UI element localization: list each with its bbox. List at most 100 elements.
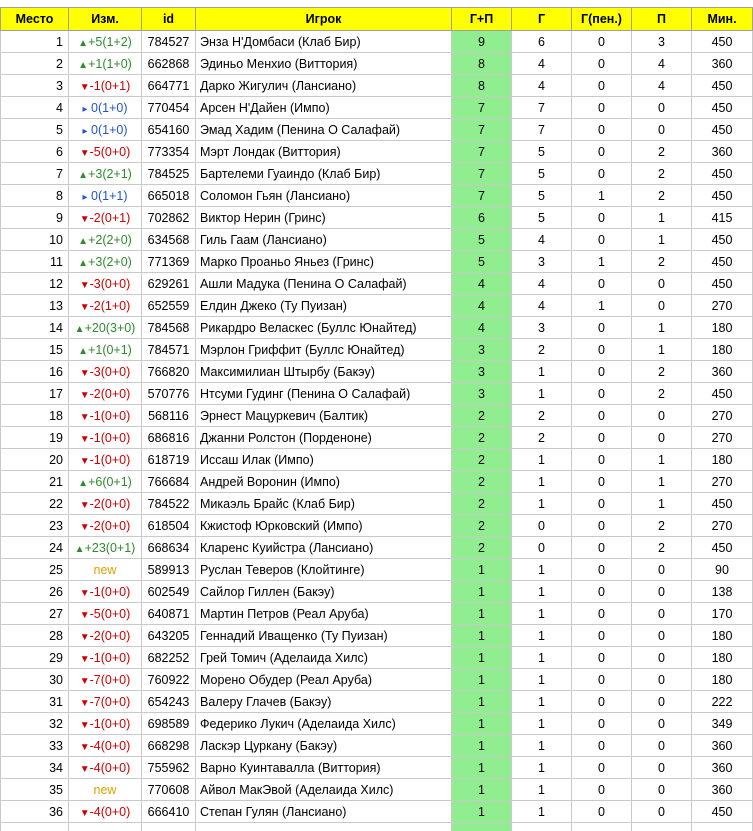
header-assists: П xyxy=(631,7,692,31)
change-cell: ▼-4(0+0) xyxy=(68,734,142,757)
penalty-goals-cell: 0 xyxy=(571,316,632,339)
change-value: -3(0+0) xyxy=(89,276,131,291)
change-cell: ▼-4(0+0) xyxy=(68,800,142,823)
player-id-cell: 702862 xyxy=(141,206,196,229)
assists-cell: 2 xyxy=(631,536,692,559)
change-cell: ▼-7(0+0) xyxy=(68,668,142,691)
table-row: 27 ▼-5(0+0) 640871 Мартин Петров (Реал Аруб… xyxy=(0,602,753,625)
goals-plus-assists-cell: 1 xyxy=(451,800,512,823)
table-row: 11 ▲+3(2+0) 771369 Марко Проаньо Яньез (Гри… xyxy=(0,250,753,273)
player-id-cell: 665018 xyxy=(141,184,196,207)
change-value: -1(0+0) xyxy=(89,584,131,599)
goals-plus-assists-cell: 7 xyxy=(451,184,512,207)
player-id-cell: 784525 xyxy=(141,162,196,185)
player-name-cell: Соломон Гьян (Лансиано) xyxy=(195,184,452,207)
minutes-cell: 180 xyxy=(691,338,753,361)
penalty-goals-cell: 0 xyxy=(571,712,632,735)
place-cell: 10 xyxy=(0,228,69,251)
player-id-cell: 640871 xyxy=(141,602,196,625)
assists-cell: 0 xyxy=(631,404,692,427)
change-value: -5(0+0) xyxy=(89,606,131,621)
goals-cell: 0 xyxy=(511,514,572,537)
assists-cell: 2 xyxy=(631,360,692,383)
penalty-goals-cell: 1 xyxy=(571,250,632,273)
place-cell: 7 xyxy=(0,162,69,185)
table-row: 10 ▲+2(2+0) 634568 Гиль Гаам (Лансиано) 5 4 0 1… xyxy=(0,228,753,251)
place-cell: 23 xyxy=(0,514,69,537)
triangle-down-icon: ▼ xyxy=(79,609,90,621)
triangle-down-icon: ▼ xyxy=(79,741,90,753)
change-cell: ▼-2(0+0) xyxy=(68,624,142,647)
place-cell: 5 xyxy=(0,118,69,141)
header-place: Место xyxy=(0,7,69,31)
change-cell: ▼-4(0+0) xyxy=(68,756,142,779)
minutes-cell: 450 xyxy=(691,536,753,559)
player-name-cell: Джанни Ролстон (Порденоне) xyxy=(195,426,452,449)
goals-cell: 7 xyxy=(511,96,572,119)
player-id-cell: 668298 xyxy=(141,734,196,757)
goals-plus-assists-cell: 1 xyxy=(451,712,512,735)
player-name-cell: Ашли Мадука (Пенина О Салафай) xyxy=(195,272,452,295)
penalty-goals-cell: 0 xyxy=(571,404,632,427)
triangle-up-icon: ▲ xyxy=(78,477,89,489)
goals-plus-assists-cell: 5 xyxy=(451,228,512,251)
place-cell: 32 xyxy=(0,712,69,735)
minutes-cell: 270 xyxy=(691,294,753,317)
place-cell: 11 xyxy=(0,250,69,273)
goals-cell: 5 xyxy=(511,140,572,163)
change-cell: ▲+3(2+1) xyxy=(68,162,142,185)
place-cell: 14 xyxy=(0,316,69,339)
assists-cell: 0 xyxy=(631,272,692,295)
goals-cell: 5 xyxy=(511,206,572,229)
player-id-cell: 766684 xyxy=(141,470,196,493)
penalty-goals-cell: 0 xyxy=(571,272,632,295)
penalty-goals-cell: 0 xyxy=(571,470,632,493)
goals-plus-assists-cell: 8 xyxy=(451,52,512,75)
goals-plus-assists-cell: 1 xyxy=(451,778,512,801)
player-name-cell: Энза Н'Домбаси (Клаб Бир) xyxy=(195,30,452,53)
change-cell: ▲+23(0+1) xyxy=(68,536,142,559)
change-value: -1(0+0) xyxy=(89,452,131,467)
minutes-cell: 360 xyxy=(691,140,753,163)
minutes-cell: 450 xyxy=(691,272,753,295)
minutes-cell: 450 xyxy=(691,184,753,207)
penalty-goals-cell: 0 xyxy=(571,580,632,603)
assists-cell: 2 xyxy=(631,250,692,273)
goals-plus-assists-cell: 2 xyxy=(451,404,512,427)
player-id-cell: 662868 xyxy=(141,52,196,75)
player-id-cell: 668634 xyxy=(141,536,196,559)
player-id-cell: 773354 xyxy=(141,140,196,163)
table-row: 4 ▸ 0(1+0) 770454 Арсен Н'Дайен (Импо) 7 7 0 0 4… xyxy=(0,96,753,119)
goals-plus-assists-cell: 1 xyxy=(451,756,512,779)
assists-cell: 0 xyxy=(631,294,692,317)
player-id-cell: 568116 xyxy=(141,404,196,427)
table-row: 6 ▼-5(0+0) 773354 Мэрт Лондак (Виттория) 7 5 0… xyxy=(0,140,753,163)
table-row: 35 new 770608 Айвол МакЭвой (Аделаида Хилс)… xyxy=(0,778,753,801)
player-name-cell: Эдиньо Менхио (Виттория) xyxy=(195,52,452,75)
player-name-cell: Нтсуми Гудинг (Пенина О Салафай) xyxy=(195,382,452,405)
triangle-up-icon: ▲ xyxy=(78,169,89,181)
assists-cell: 1 xyxy=(631,492,692,515)
table-row: 17 ▼-2(0+0) 570776 Нтсуми Гудинг (Пенина О … xyxy=(0,382,753,405)
change-value: -1(0+0) xyxy=(89,650,131,665)
triangle-down-icon: ▼ xyxy=(79,697,90,709)
player-name-cell: Рикардро Веласкес (Буллс Юнайтед) xyxy=(195,316,452,339)
player-name-cell: Микаэль Брайс (Клаб Бир) xyxy=(195,492,452,515)
assists-cell: 4 xyxy=(631,74,692,97)
change-cell: ▼-2(0+0) xyxy=(68,492,142,515)
triangle-down-icon: ▼ xyxy=(79,411,90,423)
minutes-cell: 450 xyxy=(691,96,753,119)
change-value: -2(0+1) xyxy=(89,210,131,225)
goals-cell: 1 xyxy=(511,734,572,757)
table-row: 9 ▼-2(0+1) 702862 Виктор Нерин (Гринс) 6 5 0 1 4… xyxy=(0,206,753,229)
change-value: -2(1+0) xyxy=(89,298,131,313)
change-value: 0(1+0) xyxy=(91,122,128,137)
minutes-cell: 360 xyxy=(691,52,753,75)
penalty-goals-cell: 0 xyxy=(571,646,632,669)
minutes-cell: 170 xyxy=(691,602,753,625)
table-row: 28 ▼-2(0+0) 643205 Геннадий Иващенко (Ту Пу… xyxy=(0,624,753,647)
player-name-cell: Андрей Воронин (Импо) xyxy=(195,470,452,493)
player-name-cell: Елдин Джеко (Ту Пуизан) xyxy=(195,294,452,317)
goals-cell: 3 xyxy=(511,316,572,339)
player-id-cell: 654243 xyxy=(141,690,196,713)
